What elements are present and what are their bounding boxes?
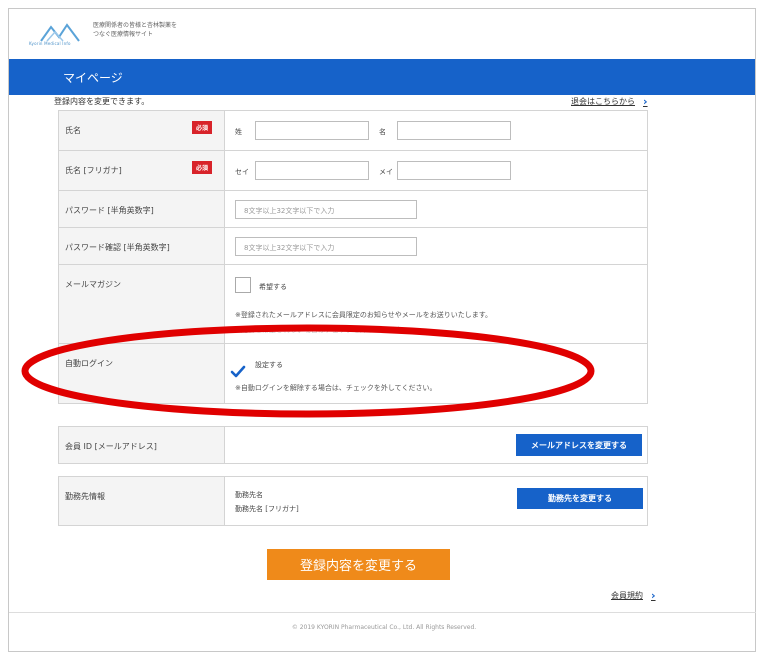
terms-link-label: 会員規約: [611, 591, 643, 600]
checkmark-icon: [230, 365, 246, 378]
terms-link[interactable]: 会員規約 ›: [611, 589, 656, 602]
site-header: Kyorin Medical Info 医療関係者の皆様と杏林製薬を つなぐ医療…: [9, 9, 755, 59]
withdraw-link-label: 退会はこちらから: [571, 97, 635, 106]
kana-input-cell: セイ メイ: [225, 151, 647, 190]
password-label-cell: パスワード [半角英数字]: [59, 191, 225, 227]
workplace-label: 勤務先情報: [65, 492, 105, 501]
password-confirm-label-cell: パスワード確認 [半角英数字]: [59, 228, 225, 264]
sei-kana-label: セイ: [235, 168, 249, 176]
password-confirm-label: パスワード確認 [半角英数字]: [65, 243, 170, 252]
password-input-cell: 8文字以上32文字以下で入力: [225, 191, 647, 227]
auto-login-checkbox[interactable]: [230, 364, 246, 380]
profile-form-table: 氏名 必須 姓 名 氏名 [フリガナ] 必須 セイ メイ パスワード [半角英数…: [58, 110, 648, 404]
member-id-label-cell: 会員 ID [メールアドレス]: [59, 427, 225, 463]
mei-kana-label: メイ: [379, 168, 393, 176]
kana-label: 氏名 [フリガナ]: [65, 166, 122, 175]
tagline-line-1: 医療関係者の皆様と杏林製薬を: [93, 22, 178, 29]
footer-copyright: © 2019 KYORIN Pharmaceutical Co., Ltd. A…: [291, 624, 477, 631]
withdraw-link[interactable]: 退会はこちらから ›: [571, 95, 648, 108]
kana-label-cell: 氏名 [フリガナ] 必須: [59, 151, 225, 190]
mail-magazine-checkbox[interactable]: [235, 277, 251, 293]
sei-label: 姓: [235, 128, 242, 136]
change-workplace-button-label: 勤務先を変更する: [548, 494, 612, 503]
change-workplace-button[interactable]: 勤務先を変更する: [517, 488, 643, 509]
change-email-button-label: メールアドレスを変更する: [531, 440, 627, 450]
mail-magazine-label: メールマガジン: [65, 280, 121, 289]
password-confirm-input[interactable]: 8文字以上32文字以下で入力: [235, 237, 417, 256]
password-confirm-row: パスワード確認 [半角英数字] 8文字以上32文字以下で入力: [59, 228, 647, 265]
workplace-name-kana: 勤務先名 [フリガナ]: [235, 505, 299, 513]
required-badge: 必須: [191, 161, 212, 174]
name-input-cell: 姓 名: [225, 111, 647, 150]
mail-magazine-note-faded: ※配信を希望されない場合はチェックを外してください。: [235, 326, 416, 334]
last-name-kana-input[interactable]: [255, 161, 369, 180]
auto-login-cell: 設定する ※自動ログインを解除する場合は、チェックを外してください。: [225, 344, 647, 403]
first-name-kana-input[interactable]: [397, 161, 511, 180]
footer-divider: [9, 612, 756, 613]
page-title-bar: マイページ: [9, 59, 755, 95]
password-label: パスワード [半角英数字]: [65, 206, 154, 215]
auto-login-row: 自動ログイン 設定する ※自動ログインを解除する場合は、チェックを外してください…: [59, 344, 647, 404]
intro-text: 登録内容を変更できます。: [54, 97, 150, 106]
required-badge: 必須: [191, 121, 212, 134]
last-name-input[interactable]: [255, 121, 369, 140]
auto-login-label-cell: 自動ログイン: [59, 344, 225, 403]
change-email-button[interactable]: メールアドレスを変更する: [516, 434, 642, 456]
password-confirm-placeholder: 8文字以上32文字以下で入力: [244, 244, 335, 252]
first-name-input[interactable]: [397, 121, 511, 140]
name-row: 氏名 必須 姓 名: [59, 111, 647, 151]
kana-row: 氏名 [フリガナ] 必須 セイ メイ: [59, 151, 647, 191]
auto-login-checkbox-label: 設定する: [255, 361, 283, 369]
password-row: パスワード [半角英数字] 8文字以上32文字以下で入力: [59, 191, 647, 228]
mail-magazine-label-cell: メールマガジン: [59, 265, 225, 343]
chevron-right-icon: ›: [651, 589, 656, 602]
name-label-cell: 氏名 必須: [59, 111, 225, 150]
workplace-name: 勤務先名: [235, 491, 263, 499]
mei-label: 名: [379, 128, 386, 136]
submit-button-label: 登録内容を変更する: [299, 559, 417, 574]
mail-magazine-cell: 希望する ※登録されたメールアドレスに会員限定のお知らせやメールをお送りいたしま…: [225, 265, 647, 343]
auto-login-label: 自動ログイン: [65, 359, 113, 368]
logo-subtext: Kyorin Medical Info: [29, 41, 71, 46]
password-placeholder: 8文字以上32文字以下で入力: [244, 207, 335, 215]
chevron-right-icon: ›: [643, 95, 648, 108]
password-confirm-input-cell: 8文字以上32文字以下で入力: [225, 228, 647, 264]
name-label: 氏名: [65, 126, 81, 135]
site-tagline: 医療関係者の皆様と杏林製薬を つなぐ医療情報サイト: [93, 21, 177, 39]
password-input[interactable]: 8文字以上32文字以下で入力: [235, 200, 417, 219]
submit-button[interactable]: 登録内容を変更する: [267, 549, 450, 580]
mail-magazine-row: メールマガジン 希望する ※登録されたメールアドレスに会員限定のお知らせやメール…: [59, 265, 647, 344]
tagline-line-2: つなぐ医療情報サイト: [93, 31, 154, 38]
mail-magazine-note: ※登録されたメールアドレスに会員限定のお知らせやメールをお送りいたします。: [235, 311, 493, 319]
page-title: マイページ: [63, 70, 123, 85]
workplace-label-cell: 勤務先情報: [59, 477, 225, 525]
mail-magazine-checkbox-label: 希望する: [259, 283, 287, 291]
member-id-label: 会員 ID [メールアドレス]: [65, 442, 157, 451]
auto-login-note: ※自動ログインを解除する場合は、チェックを外してください。: [235, 384, 437, 392]
